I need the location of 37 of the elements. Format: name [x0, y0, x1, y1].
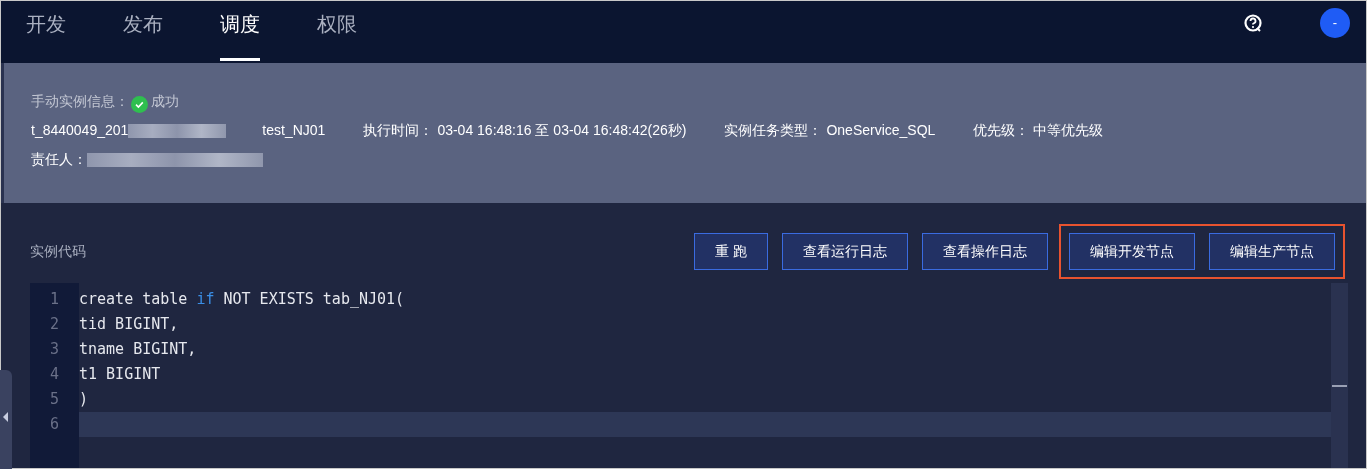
action-button[interactable]: 编辑生产节点	[1209, 232, 1335, 270]
code-line: )	[79, 389, 90, 410]
sidebar-toggle[interactable]	[0, 370, 12, 469]
code-line: tname BIGINT,	[79, 339, 198, 360]
line-number: 2	[48, 314, 60, 335]
nav-tab[interactable]: 发布	[123, 1, 163, 63]
line-number: 1	[48, 289, 60, 310]
section-title: 实例代码	[30, 241, 86, 261]
owner-label: 责任人：	[31, 150, 87, 169]
code-line: t1 BIGINT	[79, 364, 162, 385]
field-value: 中等优先级	[1033, 121, 1104, 140]
field-label: 执行时间：	[363, 121, 434, 140]
nav-tab[interactable]: 权限	[317, 1, 357, 63]
field-label: 实例任务类型：	[724, 121, 823, 140]
caret-icon	[3, 412, 8, 422]
line-number: 6	[48, 414, 60, 435]
nav-tab[interactable]: 开发	[26, 1, 66, 63]
instance-id: t_8440049_201	[31, 121, 129, 140]
scrollbar[interactable]	[1331, 283, 1348, 468]
line-number: 4	[48, 364, 60, 385]
code-line: tid BIGINT,	[79, 314, 180, 335]
field-value: OneService_SQL	[826, 121, 936, 140]
action-button[interactable]: 编辑开发节点	[1069, 232, 1195, 270]
field-value: 03-04 16:48:16 至 03-04 16:48:42(26秒)	[437, 121, 687, 140]
info-heading: 手动实例信息：	[31, 92, 129, 111]
avatar-button[interactable]: -	[1320, 8, 1350, 38]
action-button[interactable]: 查看运行日志	[782, 232, 908, 270]
action-button[interactable]: 查看操作日志	[922, 232, 1048, 270]
line-number: 3	[48, 339, 60, 360]
node-name: test_NJ01	[262, 121, 326, 140]
line-number: 5	[48, 389, 60, 410]
success-icon	[131, 93, 148, 110]
field-label: 优先级：	[973, 121, 1030, 140]
status-text: 成功	[151, 92, 179, 111]
code-line: create table if NOT EXISTS tab_NJ01(	[79, 289, 406, 310]
action-button[interactable]: 重 跑	[694, 232, 768, 270]
nav-tab[interactable]: 调度	[220, 1, 260, 63]
